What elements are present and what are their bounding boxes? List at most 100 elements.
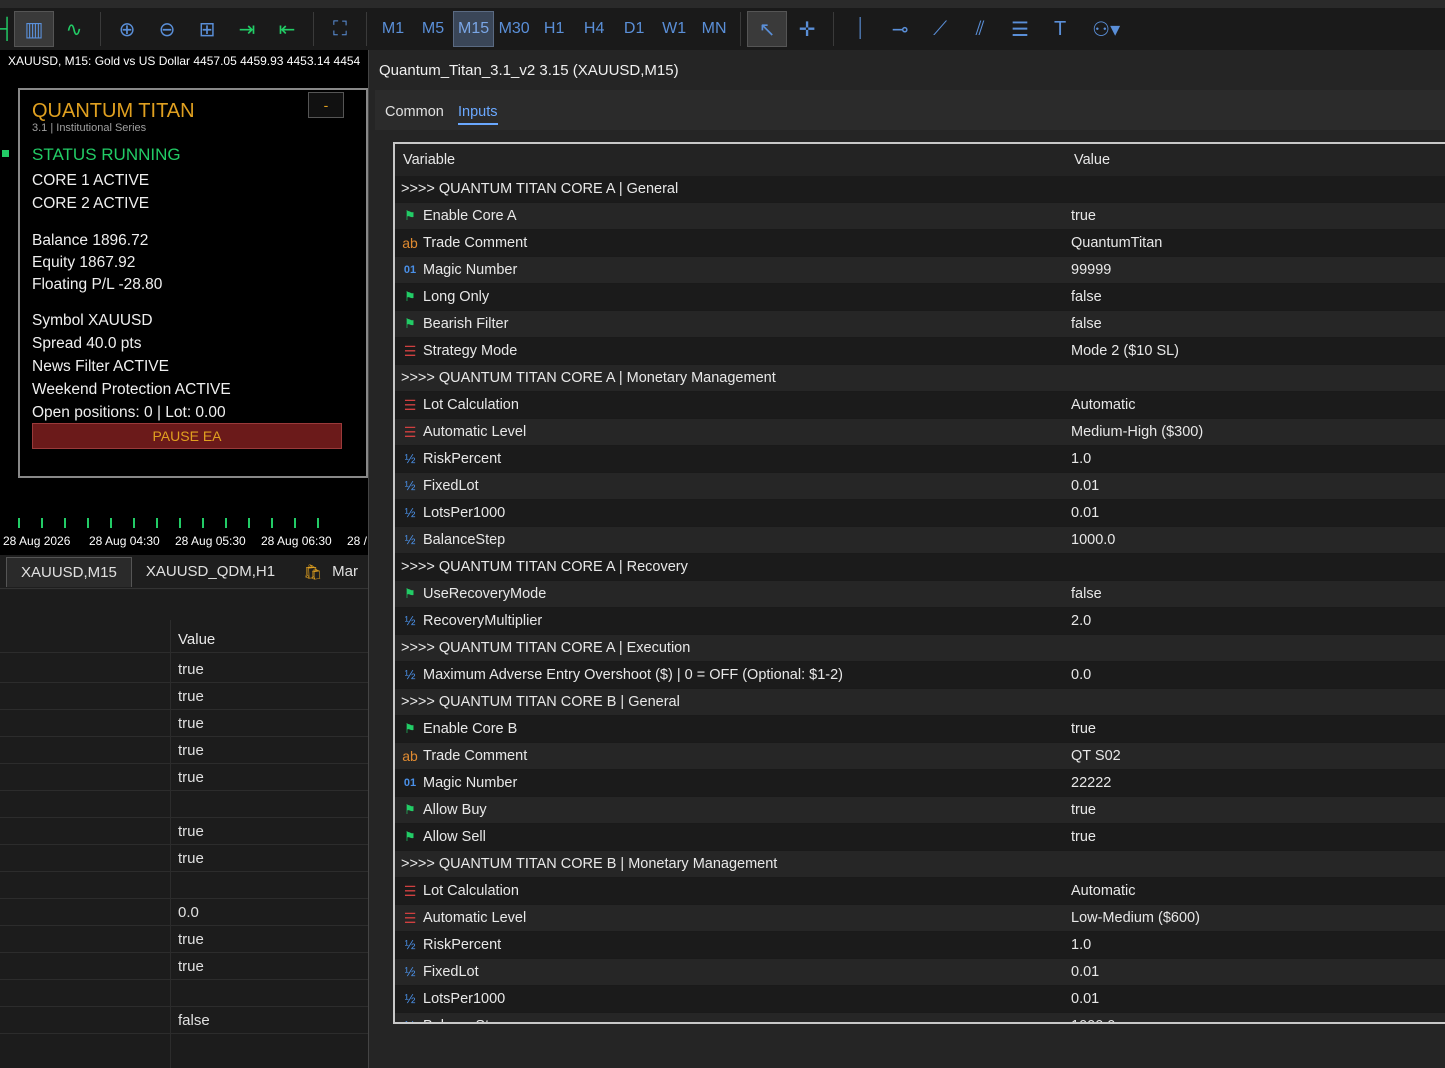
param-value[interactable]: Automatic [1071, 397, 1135, 413]
grid-param-row[interactable]: ⚑ Enable Core B true [395, 716, 1445, 743]
grid-param-row[interactable]: 01 Magic Number 99999 [395, 257, 1445, 284]
grid-param-row[interactable]: ⚑ Allow Sell true [395, 824, 1445, 851]
param-value[interactable]: 1000.0 [1071, 532, 1115, 548]
grid-param-row[interactable]: ab Trade Comment QuantumTitan [395, 230, 1445, 257]
param-value[interactable]: 1000.0 [1071, 1018, 1115, 1022]
param-value[interactable]: Automatic [1071, 883, 1135, 899]
grid-param-row[interactable]: ½ BalanceStep 1000.0 [395, 527, 1445, 554]
pause-ea-button[interactable]: PAUSE EA [32, 423, 342, 449]
left-table-row[interactable]: true [0, 845, 370, 872]
left-table-row[interactable]: true [0, 683, 370, 710]
chart-tab-xauusd-qdm-h1[interactable]: XAUUSD_QDM,H1 [132, 557, 289, 587]
param-value[interactable]: false [1071, 316, 1102, 332]
zoom-out-icon[interactable]: ⊖ [147, 11, 187, 47]
grid-param-row[interactable]: ⚑ Enable Core A true [395, 203, 1445, 230]
grid-param-row[interactable]: ½ Maximum Adverse Entry Overshoot ($) | 0… [395, 662, 1445, 689]
timeframe-h1[interactable]: H1 [534, 11, 574, 47]
left-table-row[interactable] [0, 980, 370, 1007]
autoscroll-icon[interactable]: ⇤ [267, 11, 307, 47]
param-value[interactable]: Medium-High ($300) [1071, 424, 1203, 440]
grid-param-row[interactable]: ☰ Strategy Mode Mode 2 ($10 SL) [395, 338, 1445, 365]
param-value[interactable]: true [1071, 829, 1096, 845]
grid-param-row[interactable]: ab Trade Comment QT S02 [395, 743, 1445, 770]
grid-section-row[interactable]: >>>> QUANTUM TITAN CORE A | Execution [395, 635, 1445, 662]
param-value[interactable]: 0.01 [1071, 505, 1099, 521]
timeframe-h4[interactable]: H4 [574, 11, 614, 47]
grid-param-row[interactable]: ½ FixedLot 0.01 [395, 959, 1445, 986]
left-table-row[interactable]: true [0, 737, 370, 764]
line-chart-icon[interactable]: ∿ [54, 11, 94, 47]
equidistant-channel-icon[interactable]: ⫽ [960, 11, 1000, 47]
param-value[interactable]: QT S02 [1071, 748, 1121, 764]
param-value[interactable]: 0.01 [1071, 991, 1099, 1007]
grid-param-row[interactable]: ½ LotsPer1000 0.01 [395, 986, 1445, 1013]
text-icon[interactable]: T [1040, 11, 1080, 47]
timeframe-m15[interactable]: M15 [453, 11, 495, 47]
vertical-line-icon[interactable]: ⏐ [840, 11, 880, 47]
left-table-row[interactable]: true [0, 818, 370, 845]
grid-param-row[interactable]: ☰ Lot Calculation Automatic [395, 878, 1445, 905]
chart-shift-icon[interactable]: ⇥ [227, 11, 267, 47]
crosshair-icon[interactable]: ✛ [787, 11, 827, 47]
timeframe-d1[interactable]: D1 [614, 11, 654, 47]
grid-param-row[interactable]: ½ RecoveryMultiplier 2.0 [395, 608, 1445, 635]
left-table-row[interactable]: false [0, 1007, 370, 1034]
left-table-row[interactable]: true [0, 953, 370, 980]
grid-param-row[interactable]: ⚑ Long Only false [395, 284, 1445, 311]
param-value[interactable]: 1.0 [1071, 451, 1091, 467]
grid-param-row[interactable]: ½ BalanceStep 1000.0 [395, 1013, 1445, 1022]
param-value[interactable]: true [1071, 208, 1096, 224]
left-table-row[interactable]: 0.0 [0, 899, 370, 926]
param-value[interactable]: false [1071, 586, 1102, 602]
param-value[interactable]: 0.01 [1071, 478, 1099, 494]
grid-section-row[interactable]: >>>> QUANTUM TITAN CORE A | Monetary Man… [395, 365, 1445, 392]
left-table-row[interactable]: true [0, 764, 370, 791]
param-value[interactable]: false [1071, 289, 1102, 305]
left-table-row[interactable]: true [0, 656, 370, 683]
timeframe-m1[interactable]: M1 [373, 11, 413, 47]
tile-windows-icon[interactable]: ⊞ [187, 11, 227, 47]
grid-param-row[interactable]: ½ RiskPercent 1.0 [395, 446, 1445, 473]
param-value[interactable]: true [1071, 802, 1096, 818]
timeframe-m5[interactable]: M5 [413, 11, 453, 47]
tab-inputs[interactable]: Inputs [458, 104, 498, 125]
param-value[interactable]: QuantumTitan [1071, 235, 1162, 251]
grid-section-row[interactable]: >>>> QUANTUM TITAN CORE B | General [395, 689, 1445, 716]
grid-param-row[interactable]: ½ LotsPer1000 0.01 [395, 500, 1445, 527]
grid-param-row[interactable]: ½ RiskPercent 1.0 [395, 932, 1445, 959]
shapes-menu-icon[interactable]: ⚇▾ [1080, 11, 1132, 47]
chart-tab-market[interactable]: 🛍 Mar [289, 557, 372, 587]
left-table-row[interactable]: true [0, 926, 370, 953]
fibonacci-icon[interactable]: ☰ [1000, 11, 1040, 47]
timeframe-w1[interactable]: W1 [654, 11, 694, 47]
left-table-row[interactable]: true [0, 710, 370, 737]
trendline-icon[interactable]: ⟋ [920, 11, 960, 47]
grid-param-row[interactable]: 01 Magic Number 22222 [395, 770, 1445, 797]
candlestick-chart-icon[interactable]: ▥ [14, 11, 54, 47]
price-chart[interactable]: XAUUSD, M15: Gold vs US Dollar 4457.05 4… [0, 50, 370, 555]
grid-param-row[interactable]: ⚑ Bearish Filter false [395, 311, 1445, 338]
grid-param-row[interactable]: ☰ Automatic Level Low-Medium ($600) [395, 905, 1445, 932]
param-value[interactable]: 1.0 [1071, 937, 1091, 953]
screenshot-icon[interactable]: ⛶ [320, 11, 360, 47]
grid-section-row[interactable]: >>>> QUANTUM TITAN CORE B | Monetary Man… [395, 851, 1445, 878]
left-table-row[interactable] [0, 872, 370, 899]
param-value[interactable]: 0.0 [1071, 667, 1091, 683]
grid-param-row[interactable]: ⚑ Allow Buy true [395, 797, 1445, 824]
chart-tab-xauusd-m15[interactable]: XAUUSD,M15 [6, 556, 132, 587]
grid-param-row[interactable]: ½ FixedLot 0.01 [395, 473, 1445, 500]
grid-section-row[interactable]: >>>> QUANTUM TITAN CORE A | General [395, 176, 1445, 203]
zoom-in-icon[interactable]: ⊕ [107, 11, 147, 47]
param-value[interactable]: 0.01 [1071, 964, 1099, 980]
grid-section-row[interactable]: >>>> QUANTUM TITAN CORE A | Recovery [395, 554, 1445, 581]
horizontal-line-icon[interactable]: ⊸ [880, 11, 920, 47]
cursor-icon[interactable]: ↖ [747, 11, 788, 47]
panel-minimize-button[interactable]: - [308, 92, 344, 118]
param-value[interactable]: 2.0 [1071, 613, 1091, 629]
timeframe-mn[interactable]: MN [694, 11, 734, 47]
toolbar-edge-icon[interactable]: ┤ [0, 11, 14, 47]
grid-param-row[interactable]: ☰ Automatic Level Medium-High ($300) [395, 419, 1445, 446]
param-value[interactable]: Mode 2 ($10 SL) [1071, 343, 1179, 359]
param-value[interactable]: true [1071, 721, 1096, 737]
param-value[interactable]: 22222 [1071, 775, 1111, 791]
